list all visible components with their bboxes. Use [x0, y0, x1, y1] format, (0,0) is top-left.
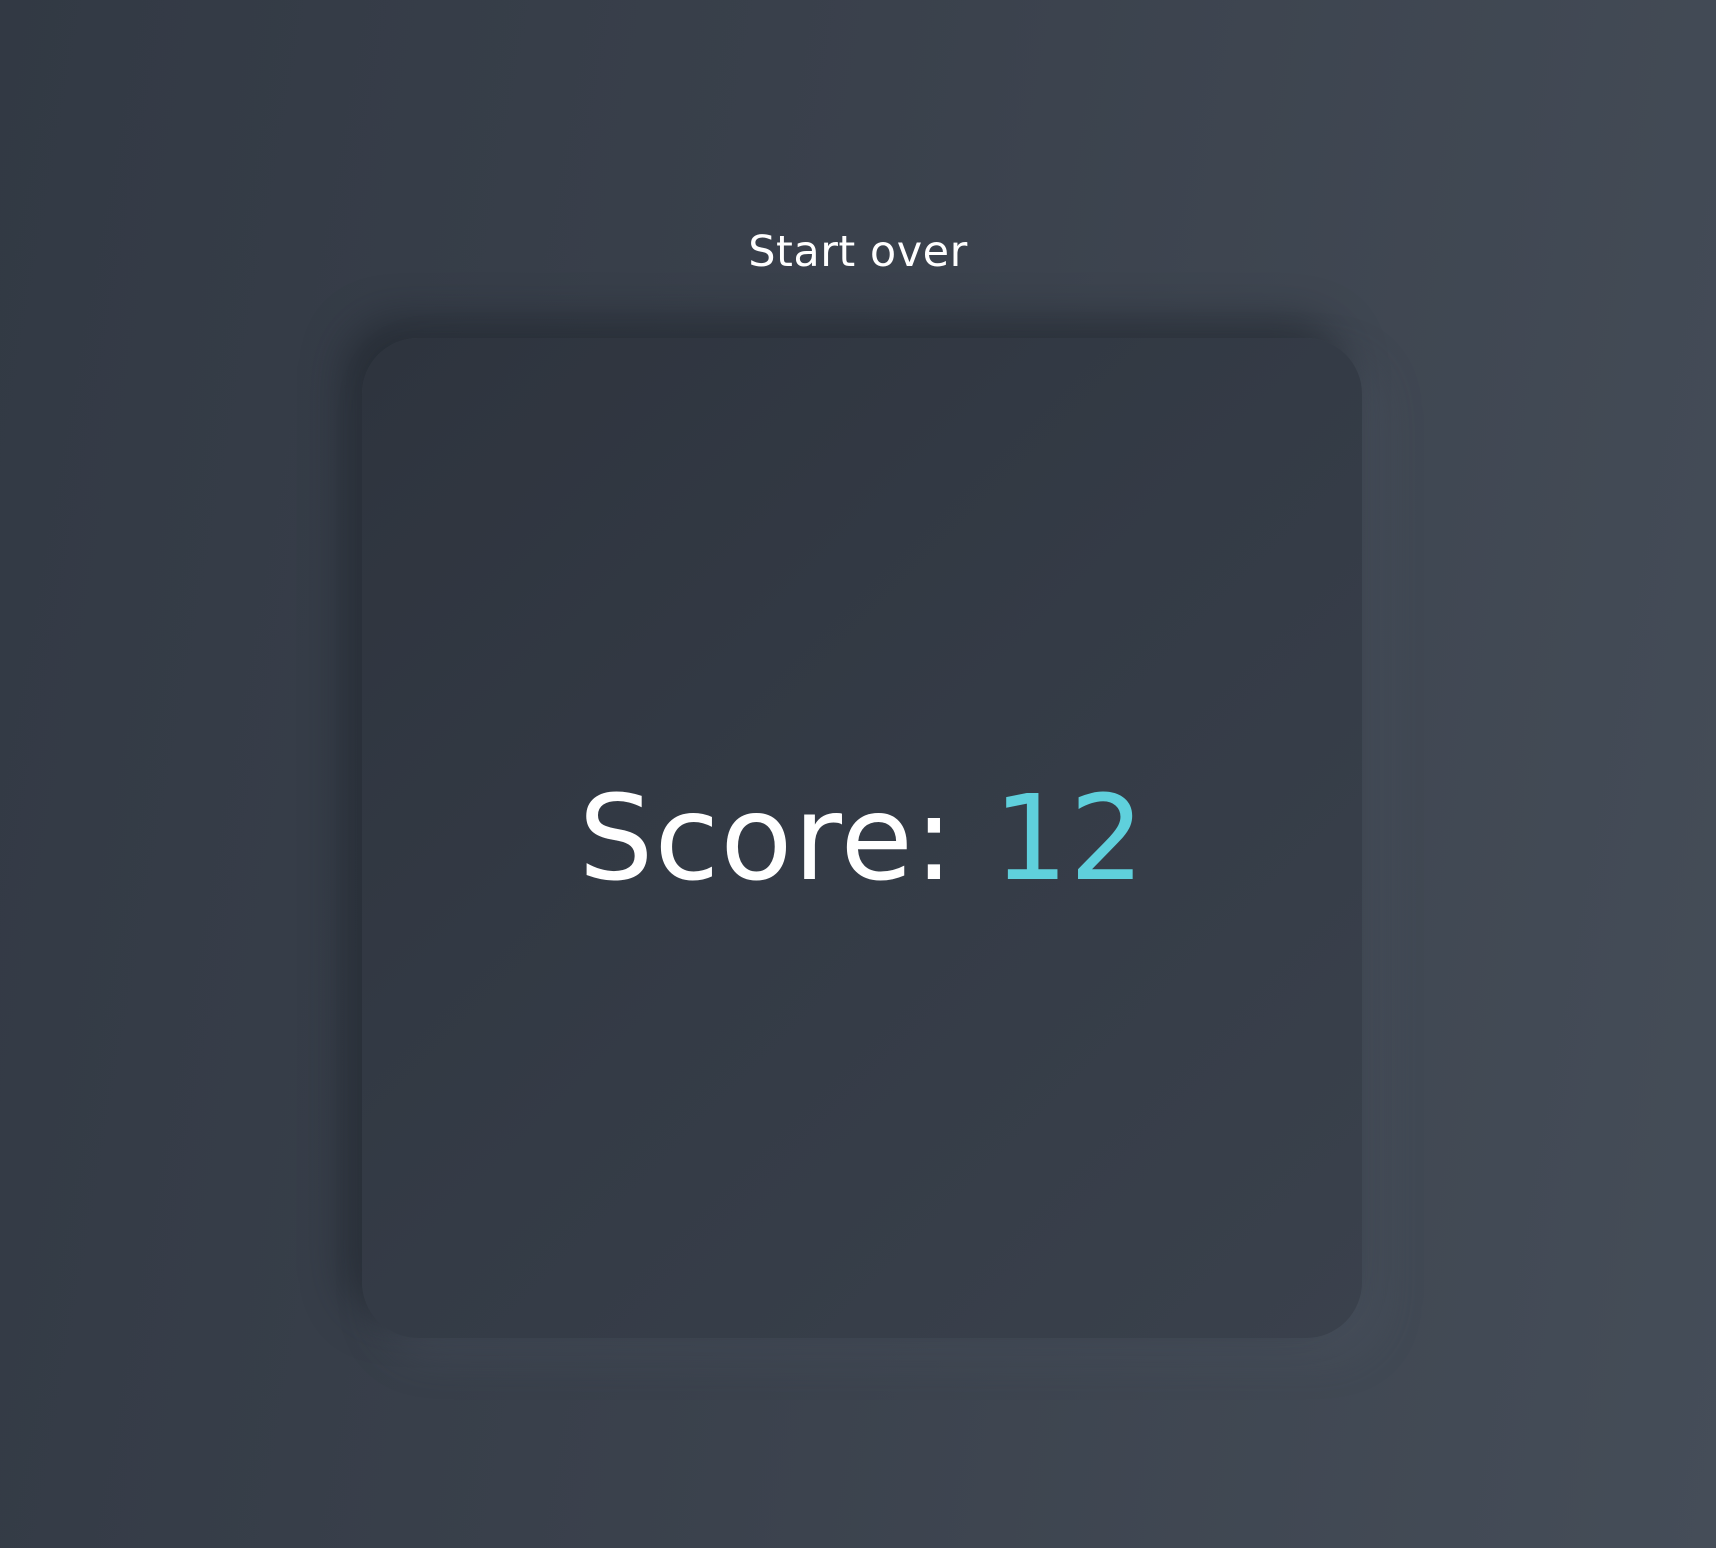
score-display: Score: 12: [579, 779, 1146, 897]
start-over-button[interactable]: Start over: [0, 222, 1716, 282]
score-value: 12: [993, 769, 1146, 907]
game-board: Score: 12: [362, 338, 1362, 1338]
score-label: Score:: [578, 769, 955, 907]
